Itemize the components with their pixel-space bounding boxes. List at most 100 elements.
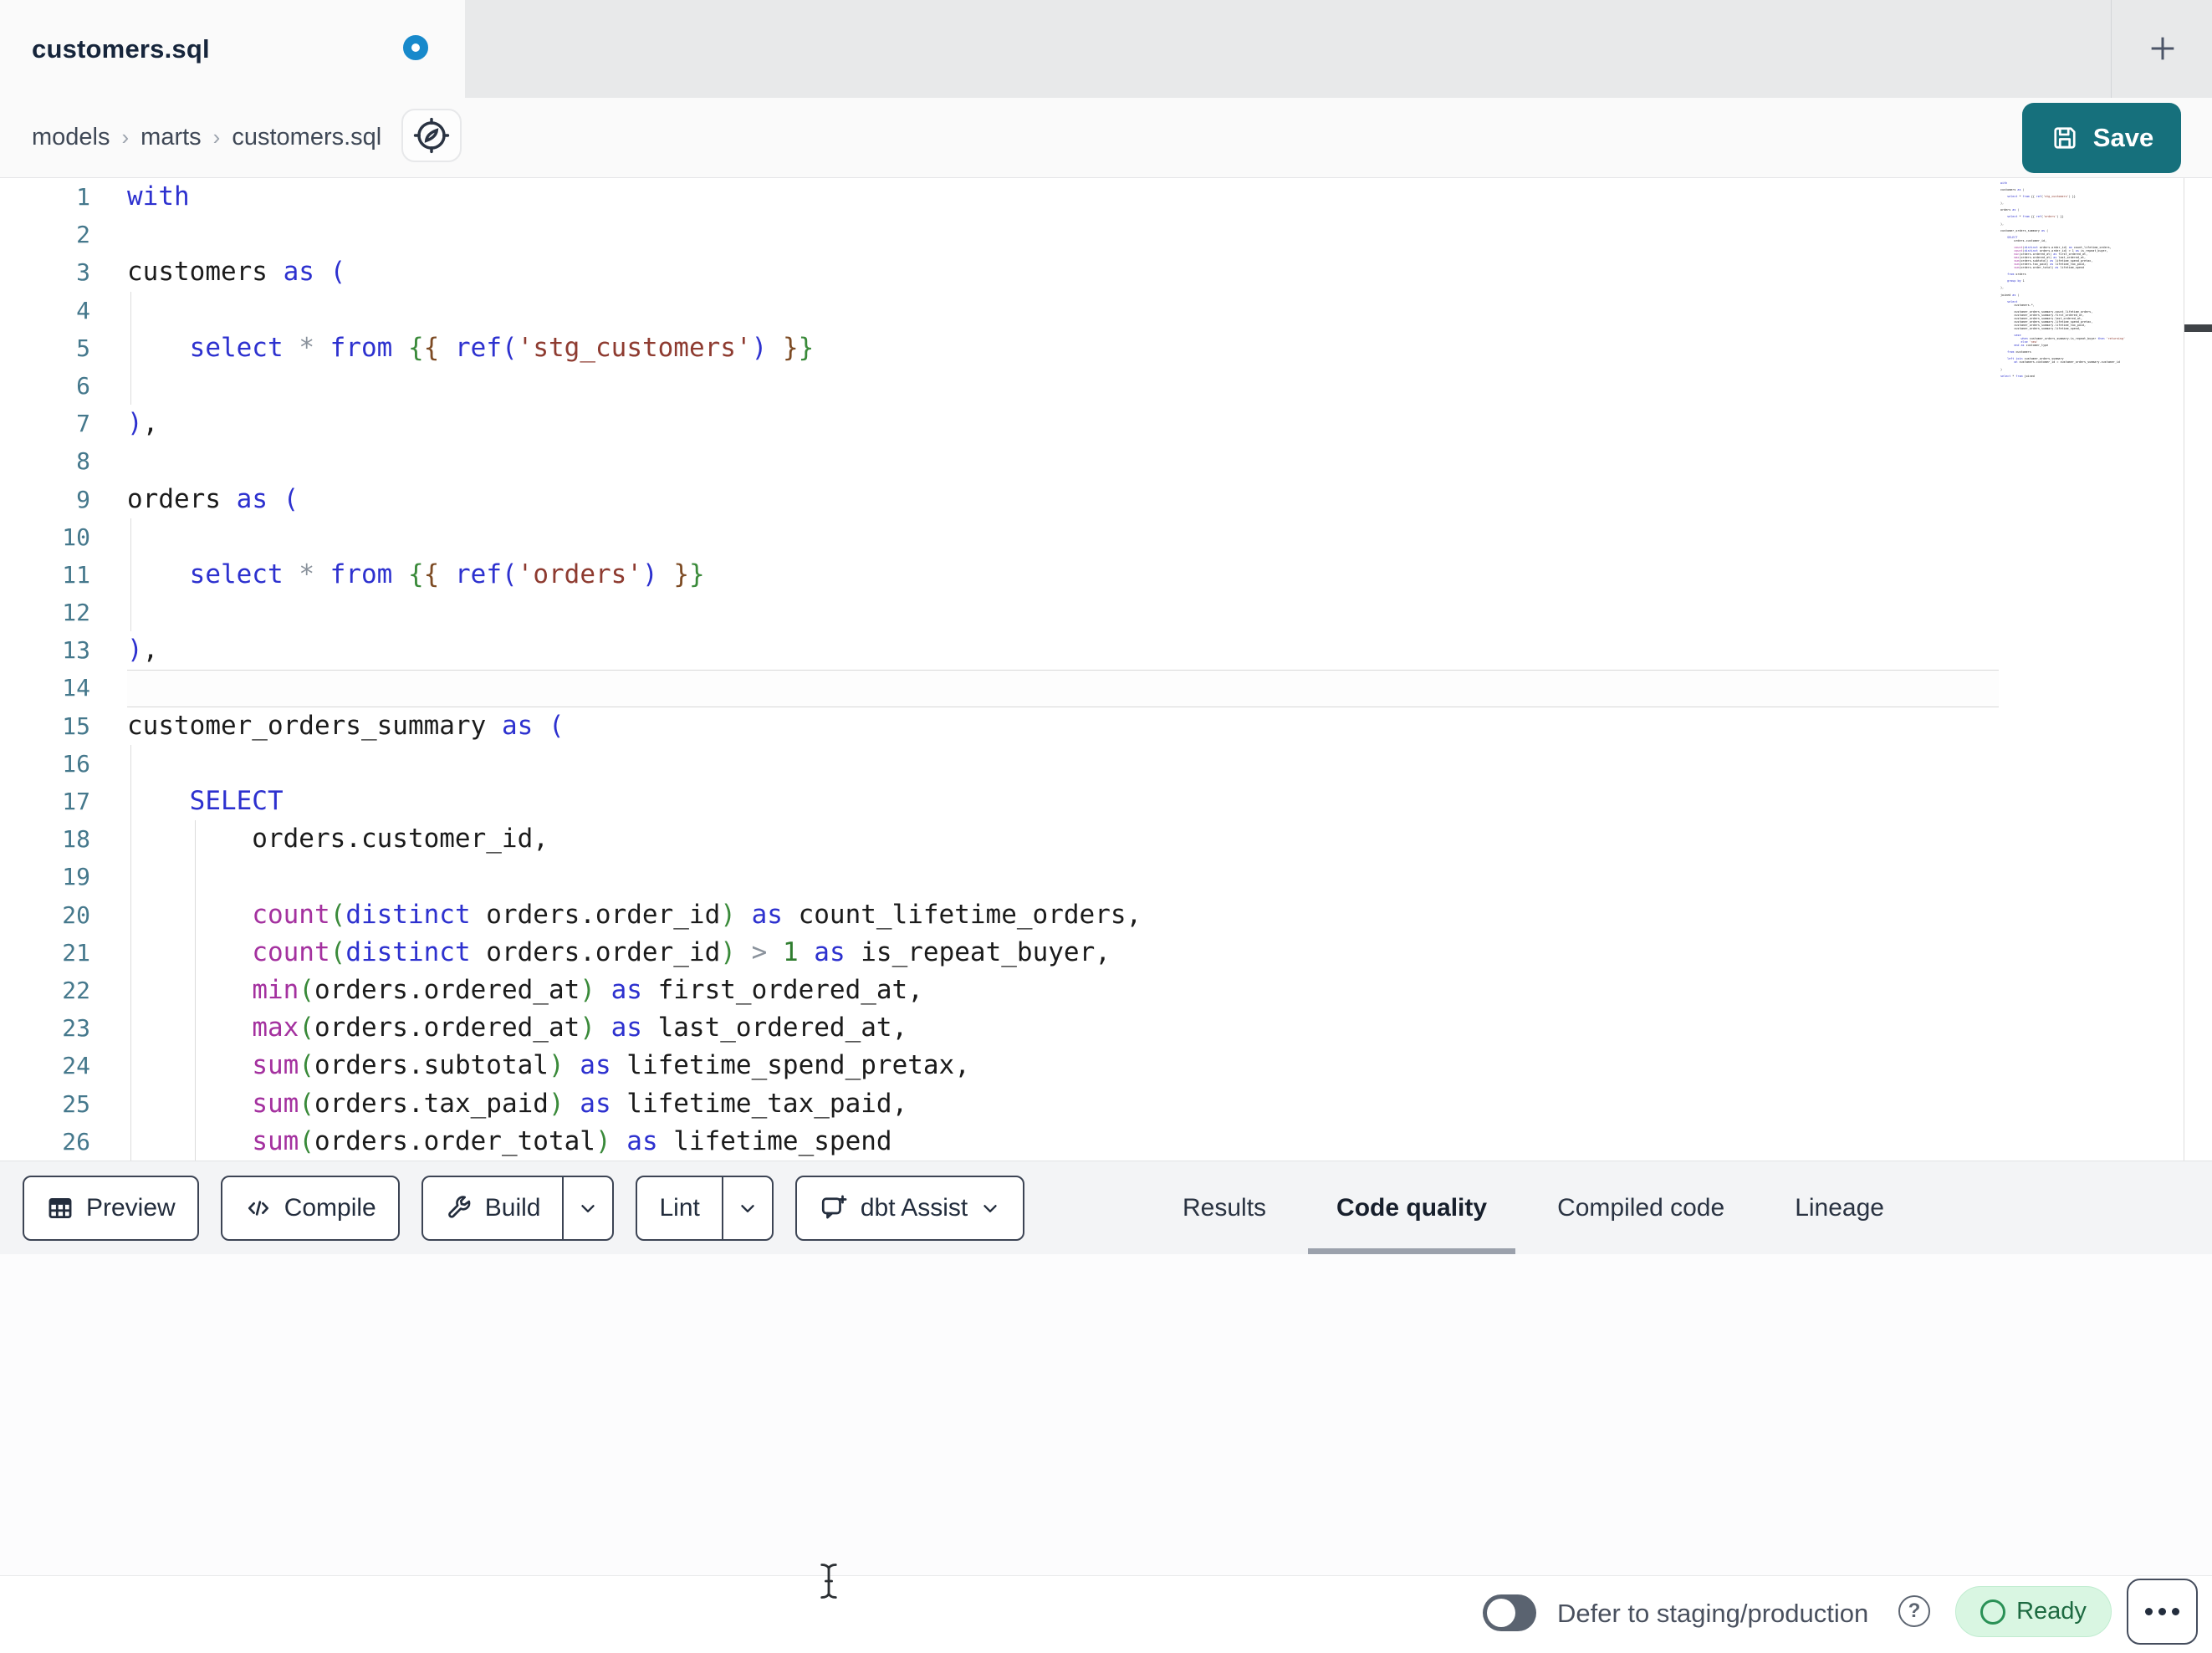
table-icon [46,1194,74,1222]
line-number: 26 [62,1127,90,1156]
dbt-assist-button[interactable]: dbt Assist [794,1176,1025,1241]
line-number: 14 [62,674,90,702]
line-number: 16 [62,749,90,778]
help-icon[interactable]: ? [1898,1595,1930,1627]
line-number-gutter: 1 2 3 4 5 6 7 8 9 10 11 12 13 14 15 16 17 18 19 20 21 22 23 24 2… [0,178,90,1161]
code-line[interactable]: min(orders.ordered_at) as first_ordered_… [127,972,1999,1009]
breadcrumb-file[interactable]: customers.sql [232,124,381,151]
build-button-label: Build [484,1194,541,1222]
build-button: Build [421,1176,615,1241]
plus-icon [2146,32,2179,65]
save-button-label: Save [2092,123,2154,152]
code-line[interactable]: count(distinct orders.order_id) as count… [127,896,1999,934]
code-line[interactable] [127,442,1999,480]
ready-status-label: Ready [2016,1598,2087,1625]
ide-status-badge[interactable]: Ready [1955,1586,2112,1637]
dbt-ide-window: customers.sql models › marts › customers… [0,0,2212,1653]
new-tab-button[interactable] [2143,28,2183,69]
code-line[interactable] [127,745,1999,783]
more-options-button[interactable] [2127,1579,2198,1645]
line-number: 6 [76,371,90,400]
code-line[interactable]: max(orders.ordered_at) as last_ordered_a… [127,1009,1999,1047]
code-line[interactable]: select * from {{ ref('orders') }} [127,556,1999,594]
lint-button: Lint [636,1176,774,1241]
code-line[interactable]: ), [127,405,1999,442]
code-line[interactable]: sum(orders.order_total) as lifetime_spen… [127,1123,1999,1161]
code-line[interactable]: orders.customer_id, [127,820,1999,858]
line-number: 9 [76,485,90,513]
build-dropdown[interactable] [562,1177,612,1239]
ready-status-icon [1980,1599,2006,1625]
build-button-main[interactable]: Build [423,1177,563,1239]
ellipsis-icon [2145,1608,2153,1615]
status-bar [0,1575,2212,1653]
save-button[interactable]: Save [2022,103,2181,173]
minimap[interactable]: with customers as ( select * from {{ ref… [2000,181,2181,395]
editor-scrollbar-thumb[interactable] [2184,324,2212,332]
lint-button-main[interactable]: Lint [637,1177,721,1239]
line-number: 5 [76,334,90,362]
breadcrumb-marts[interactable]: marts [140,124,202,151]
result-tabs: Results Code quality Compiled code Lineage [1147,1161,1919,1255]
chevron-down-icon [979,1197,1001,1219]
line-number: 23 [62,1014,90,1043]
breadcrumb-separator: › [121,125,130,150]
code-line[interactable]: count(distinct orders.order_id) > 1 as i… [127,934,1999,972]
compass-icon [413,117,450,154]
editor-tab-bar: customers.sql [0,0,2212,98]
code-line[interactable]: SELECT [127,783,1999,820]
tab-compiled-code[interactable]: Compiled code [1534,1161,1748,1255]
tab-code-quality[interactable]: Code quality [1308,1161,1516,1255]
save-icon [2050,123,2080,153]
breadcrumb-models[interactable]: models [32,124,110,151]
line-number: 1 [76,183,90,211]
breadcrumb: models › marts › customers.sql [32,124,381,151]
code-line[interactable] [127,367,1999,405]
code-line[interactable] [127,594,1999,631]
preview-button-label: Preview [86,1194,176,1222]
tab-lineage[interactable]: Lineage [1771,1161,1908,1255]
preview-button[interactable]: Preview [23,1176,199,1241]
breadcrumb-separator: › [212,125,221,150]
unsaved-changes-dot-icon [403,35,428,60]
line-number: 10 [62,523,90,551]
wrench-icon [445,1194,473,1222]
code-line[interactable] [127,669,1999,707]
line-number: 18 [62,825,90,854]
tabbar-divider [2111,0,2112,98]
code-line[interactable]: with [127,178,1999,216]
code-lines[interactable]: with customers as ( select * from {{ ref… [127,178,1999,1161]
code-line[interactable]: select * from {{ ref('stg_customers') }} [127,329,1999,367]
toolbar-buttons: Preview Compile Build Lint dbt Assist [23,1161,1025,1255]
tab-title: customers.sql [32,33,210,64]
line-number: 7 [76,410,90,438]
line-number: 2 [76,221,90,249]
code-line[interactable] [127,858,1999,895]
defer-label: Defer to staging/production [1557,1599,1869,1628]
code-line[interactable]: sum(orders.subtotal) as lifetime_spend_p… [127,1047,1999,1084]
lint-dropdown[interactable] [721,1177,772,1239]
line-number: 20 [62,900,90,929]
defer-toggle[interactable] [1483,1594,1536,1631]
line-number: 12 [62,599,90,627]
code-line[interactable] [127,216,1999,253]
tab-results[interactable]: Results [1159,1161,1290,1255]
code-line[interactable] [127,518,1999,556]
compile-button[interactable]: Compile [220,1176,400,1241]
code-line[interactable]: customer_orders_summary as ( [127,707,1999,745]
code-line[interactable]: ), [127,631,1999,669]
line-number: 19 [62,863,90,891]
toggle-knob [1487,1599,1515,1627]
line-number: 24 [62,1052,90,1080]
explore-lineage-button[interactable] [401,109,462,162]
code-line[interactable]: sum(orders.tax_paid) as lifetime_tax_pai… [127,1085,1999,1123]
editor-toolbar: Preview Compile Build Lint dbt Assist Re… [0,1161,2212,1255]
code-line[interactable]: orders as ( [127,481,1999,518]
text-cursor-icon [818,1562,840,1600]
code-line[interactable]: customers as ( [127,253,1999,291]
tab-customers-sql[interactable]: customers.sql [0,0,465,98]
line-number: 13 [62,636,90,665]
code-line[interactable] [127,292,1999,329]
dbt-assist-button-label: dbt Assist [860,1194,968,1222]
code-quality-panel: There is nothing here Press the Lint or … [0,1254,2212,1575]
